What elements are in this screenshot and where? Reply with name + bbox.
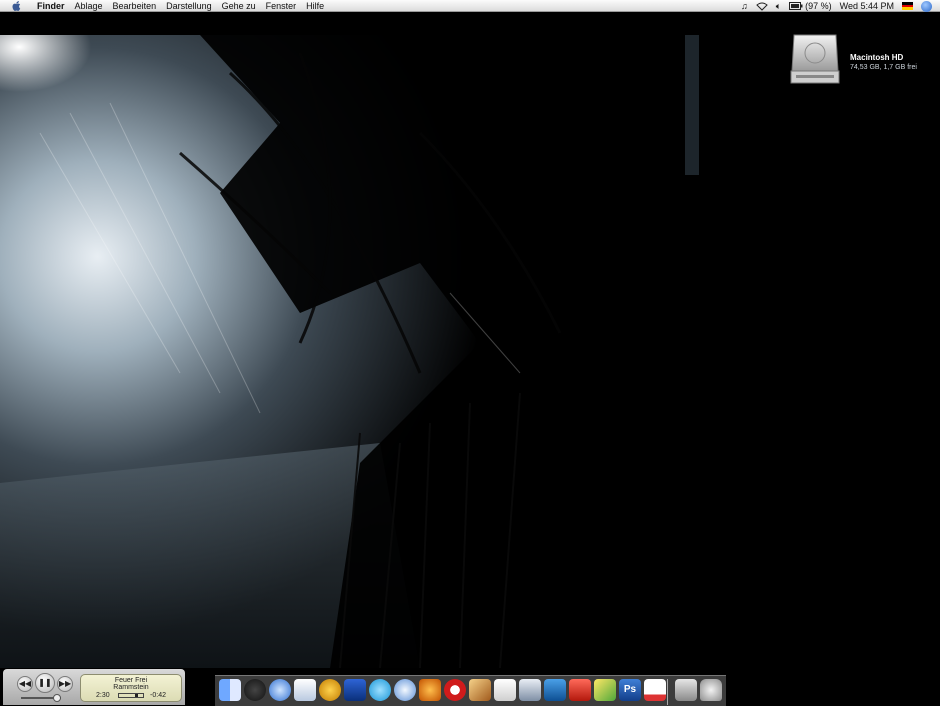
- photoshop-icon[interactable]: Ps: [619, 679, 641, 701]
- menu-ablage[interactable]: Ablage: [70, 0, 108, 12]
- now-playing-display[interactable]: Feuer Frei Rammstein 2:30 -0:42: [80, 674, 182, 702]
- toolbox-icon[interactable]: [569, 679, 591, 701]
- wifi-icon[interactable]: [755, 2, 768, 11]
- battery-percent: (97 %): [805, 1, 832, 11]
- apple-icon[interactable]: [10, 0, 22, 11]
- calendar-icon[interactable]: [644, 679, 666, 701]
- minimized-window-icon[interactable]: [675, 679, 697, 701]
- trash-icon[interactable]: [700, 679, 722, 701]
- preview-icon[interactable]: [294, 679, 316, 701]
- desktop-wallpaper: Macintosh HD 74,53 GB, 1,7 GB frei: [0, 13, 940, 668]
- pause-icon: ❚❚: [38, 678, 52, 687]
- hard-drive-icon: [790, 34, 840, 84]
- progress-knob[interactable]: [135, 694, 138, 697]
- garageband-icon[interactable]: [469, 679, 491, 701]
- drive-info: 74,53 GB, 1,7 GB frei: [850, 64, 917, 71]
- photo-icon[interactable]: [594, 679, 616, 701]
- battery-icon: [789, 2, 803, 10]
- elapsed-time: 2:30: [96, 692, 110, 699]
- volume-icon[interactable]: 🔈︎: [776, 1, 781, 12]
- progress-bar[interactable]: [118, 693, 144, 698]
- next-button[interactable]: ▶▶: [57, 676, 73, 692]
- itunes-icon[interactable]: [394, 679, 416, 701]
- music-note-icon[interactable]: ♫: [741, 1, 748, 11]
- dashboard-icon[interactable]: [244, 679, 266, 701]
- battery-status[interactable]: (97 %): [789, 1, 832, 11]
- pause-button[interactable]: ❚❚: [35, 673, 55, 693]
- fetch-icon[interactable]: [319, 679, 341, 701]
- menu-finder[interactable]: Finder: [32, 0, 70, 12]
- menu-fenster[interactable]: Fenster: [261, 0, 302, 12]
- dock-separator: [667, 679, 668, 705]
- textedit-icon[interactable]: [494, 679, 516, 701]
- skype-icon[interactable]: [369, 679, 391, 701]
- menu-clock[interactable]: Wed 5:44 PM: [840, 1, 894, 11]
- dreamweaver-icon[interactable]: [544, 679, 566, 701]
- real-player-icon[interactable]: [444, 679, 466, 701]
- drive-name: Macintosh HD: [850, 53, 904, 62]
- remaining-time: -0:42: [150, 692, 166, 699]
- volume-knob[interactable]: [53, 694, 61, 702]
- menu-extras: ♫ 🔈︎ (97 %) Wed 5:44 PM: [741, 0, 940, 12]
- track-artist: Rammstein: [113, 684, 149, 691]
- previous-button[interactable]: ◀◀: [17, 676, 33, 692]
- forest-wallpaper-image: [0, 35, 940, 668]
- menu-darstellung[interactable]: Darstellung: [161, 0, 217, 12]
- script-editor-icon[interactable]: [519, 679, 541, 701]
- menu-bearbeiten[interactable]: Bearbeiten: [108, 0, 162, 12]
- next-icon: ▶▶: [58, 679, 72, 688]
- rapidweaver-icon[interactable]: [419, 679, 441, 701]
- menu-gehe-zu[interactable]: Gehe zu: [217, 0, 261, 12]
- menu-hilfe[interactable]: Hilfe: [301, 0, 329, 12]
- flag-de-icon[interactable]: [902, 2, 913, 11]
- spotlight-icon[interactable]: [921, 0, 932, 12]
- track-title: Feuer Frei: [114, 677, 148, 684]
- macintosh-hd-drive[interactable]: Macintosh HD 74,53 GB, 1,7 GB frei: [788, 33, 928, 88]
- volume-slider[interactable]: [21, 694, 61, 702]
- menu-bar: Finder Ablage Bearbeiten Darstellung Geh…: [0, 0, 940, 12]
- itunes-mini-player: ◀◀ ❚❚ ▶▶ Feuer Frei Rammstein 2:30 -0:42: [3, 669, 185, 705]
- dock: Ps: [215, 675, 726, 706]
- safari-icon[interactable]: [269, 679, 291, 701]
- previous-icon: ◀◀: [18, 679, 32, 688]
- bluetooth-icon[interactable]: [344, 679, 366, 701]
- finder-icon[interactable]: [219, 679, 241, 701]
